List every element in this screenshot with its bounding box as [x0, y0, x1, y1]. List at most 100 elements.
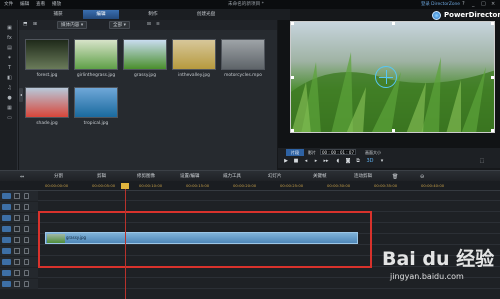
tab-edit[interactable]: 编辑	[83, 10, 119, 19]
lock-icon[interactable]	[24, 193, 29, 199]
sort-label: 全部	[113, 23, 123, 28]
library-toolbar: ⬒ ⊞ 媒体内容 ▾ 全部 ▾ ⊟ ≡	[19, 20, 277, 30]
track-enable-checkbox[interactable]	[14, 248, 20, 254]
view-icon[interactable]: ⊟	[147, 21, 151, 29]
library-thumbnail[interactable]	[172, 39, 216, 70]
resize-handle[interactable]	[291, 76, 294, 79]
transition-room-icon[interactable]: ◧	[5, 74, 14, 82]
close-button[interactable]: ×	[491, 1, 495, 7]
timeline-view-icon[interactable]: ⇔	[20, 173, 24, 181]
tab-capture[interactable]: 捕获	[40, 10, 76, 19]
library-thumbnail[interactable]	[74, 87, 118, 118]
list-icon[interactable]: ≡	[156, 21, 160, 29]
plugin-icon[interactable]: ⊞	[33, 21, 37, 29]
menu-view[interactable]: 查看	[36, 1, 45, 7]
chapter-room-icon[interactable]: ▦	[5, 104, 14, 112]
lock-icon[interactable]	[24, 226, 29, 232]
resize-handle[interactable]	[392, 22, 395, 25]
library-sort-dropdown[interactable]: 全部 ▾	[109, 21, 130, 29]
lock-icon[interactable]	[24, 270, 29, 276]
lock-icon[interactable]	[24, 215, 29, 221]
previous-frame-icon[interactable]: ◂	[302, 158, 310, 165]
library-thumbnail[interactable]	[25, 39, 69, 70]
clip-mode-button[interactable]: 片段	[286, 149, 304, 156]
fix-image-button[interactable]: 修剪图像	[137, 173, 155, 181]
next-frame-icon[interactable]: ▸	[312, 158, 320, 165]
particle-room-icon[interactable]: ✶	[5, 54, 14, 62]
pip-room-icon[interactable]: ▤	[5, 44, 14, 52]
volume-icon[interactable]: ◖	[334, 158, 342, 165]
tab-create-disc[interactable]: 创建光盘	[188, 10, 224, 19]
track-enable-checkbox[interactable]	[14, 237, 20, 243]
media-room-icon[interactable]: ▣	[5, 24, 14, 32]
settings-edit-button[interactable]: 设置/编辑	[180, 173, 200, 181]
resize-handle[interactable]	[491, 76, 494, 79]
audio-mixing-icon[interactable]: ♫	[5, 84, 14, 92]
zoom-icon[interactable]: ⊖	[420, 173, 424, 181]
fullscreen-icon[interactable]: ⬚	[478, 158, 486, 165]
crosshair-icon[interactable]	[375, 66, 397, 88]
resize-handle[interactable]	[291, 129, 294, 132]
delete-icon[interactable]: 🗑	[392, 173, 398, 181]
tab-produce[interactable]: 制作	[135, 10, 171, 19]
stop-icon[interactable]: ■	[292, 158, 300, 165]
resize-handle[interactable]	[491, 129, 494, 132]
voiceover-icon[interactable]: ●	[5, 94, 14, 102]
track-header	[0, 246, 38, 256]
power-tools-button[interactable]: 威力工具	[223, 173, 241, 181]
fx-room-icon[interactable]: fx	[5, 34, 14, 42]
track-type-icon	[2, 226, 11, 232]
library-thumbnail[interactable]	[25, 87, 69, 118]
3d-icon[interactable]: 3D	[364, 158, 376, 165]
slideshow-button[interactable]: 幻灯片	[268, 173, 282, 181]
library-thumbnail[interactable]	[123, 39, 167, 70]
menu-file[interactable]: 文件	[4, 1, 13, 7]
lock-icon[interactable]	[24, 248, 29, 254]
resize-handle[interactable]	[491, 22, 494, 25]
library-thumbnail[interactable]	[74, 39, 118, 70]
track-enable-checkbox[interactable]	[14, 226, 20, 232]
menu-playback[interactable]: 播放	[52, 1, 61, 7]
track-video-1[interactable]	[0, 191, 500, 201]
minimize-button[interactable]: _	[472, 1, 475, 7]
lock-icon[interactable]	[24, 237, 29, 243]
settings-icon[interactable]: ▾	[378, 158, 386, 165]
quality-dropdown[interactable]: 画面大小	[362, 149, 384, 156]
playhead-handle[interactable]	[121, 183, 129, 189]
lock-icon[interactable]	[24, 204, 29, 210]
movie-mode-button[interactable]: 影片	[305, 149, 319, 156]
track-enable-checkbox[interactable]	[14, 281, 20, 287]
keyframe-button[interactable]: 关键帧	[313, 173, 327, 181]
collapse-arrow-icon[interactable]: ◂	[19, 88, 23, 102]
resize-handle[interactable]	[291, 22, 294, 25]
maximize-button[interactable]: □	[481, 1, 486, 7]
lock-icon[interactable]	[24, 281, 29, 287]
preview-window[interactable]	[290, 21, 495, 133]
track-enable-checkbox[interactable]	[14, 215, 20, 221]
undock-icon[interactable]: ⧉	[354, 158, 362, 165]
title-room-icon[interactable]: T	[5, 64, 14, 72]
trim-button[interactable]: 剪辑	[97, 173, 106, 181]
help-button[interactable]: ?	[462, 1, 465, 7]
play-icon[interactable]: ▶	[282, 158, 290, 165]
fast-forward-icon[interactable]: ▸▸	[322, 158, 330, 165]
import-icon[interactable]: ⬒	[23, 21, 27, 29]
directorzone-link[interactable]: 登录 DirectorZone	[421, 1, 460, 7]
timeline-ruler[interactable]: 00:00:00:00 00:00:05:00 00:00:10:00 00:0…	[0, 181, 500, 191]
window-controls: ? _ □ ×	[460, 0, 500, 9]
track-enable-checkbox[interactable]	[14, 270, 20, 276]
link-edit-button[interactable]: 连动剪辑	[354, 173, 372, 181]
playhead[interactable]	[125, 184, 126, 299]
library-thumbnail[interactable]	[221, 39, 265, 70]
track-enable-checkbox[interactable]	[14, 193, 20, 199]
track-enable-checkbox[interactable]	[14, 259, 20, 265]
menu-edit[interactable]: 编辑	[20, 1, 29, 7]
library-filter-dropdown[interactable]: 媒体内容 ▾	[57, 21, 88, 29]
timecode-display[interactable]: 00 : 00 : 01 : 07	[320, 149, 356, 155]
resize-handle[interactable]	[392, 129, 395, 132]
subtitle-room-icon[interactable]: ▭	[5, 114, 14, 122]
lock-icon[interactable]	[24, 259, 29, 265]
track-enable-checkbox[interactable]	[14, 204, 20, 210]
split-button[interactable]: 分割	[54, 173, 63, 181]
snapshot-icon[interactable]: ◙	[344, 158, 352, 165]
